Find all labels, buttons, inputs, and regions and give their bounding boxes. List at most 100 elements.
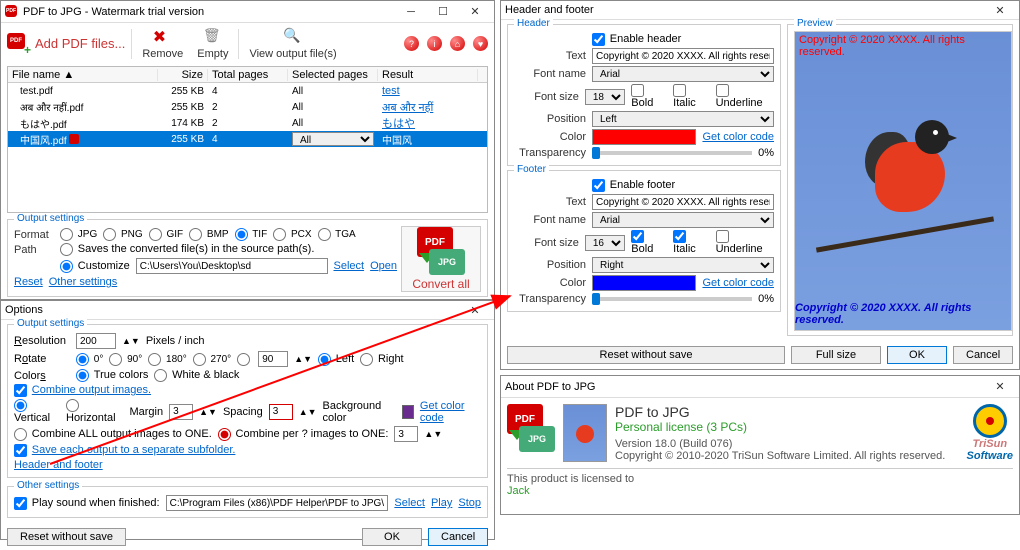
format-bmp[interactable]: BMP (189, 229, 228, 240)
f-text-input[interactable] (592, 194, 774, 210)
h-text-input[interactable] (592, 48, 774, 64)
rot-0[interactable]: 0° (76, 353, 103, 366)
table-row[interactable]: 中国风.pdf 255 KB4All中国风 (8, 131, 487, 147)
h-trans-slider[interactable] (592, 151, 752, 155)
enable-header-checkbox[interactable]: Enable header (592, 33, 681, 46)
hf-close-button[interactable]: ✕ (985, 1, 1015, 19)
hf-ok-button[interactable]: OK (887, 346, 947, 364)
sound-path-input[interactable] (166, 495, 389, 511)
h-fontname-select[interactable]: Arial (592, 66, 774, 82)
result-link[interactable]: अब और नहीं (382, 102, 433, 114)
remove-button[interactable]: ✖ Remove (138, 25, 187, 62)
h-italic-checkbox[interactable]: Italic (673, 84, 709, 109)
opt-ok-button[interactable]: OK (362, 528, 422, 546)
spacing-input[interactable] (269, 404, 293, 420)
f-underline-checkbox[interactable]: Underline (716, 230, 774, 255)
getcolor-link[interactable]: Get color code (420, 400, 481, 424)
table-row[interactable]: अब और नहीं.pdf255 KB2Allअब और नहीं (8, 99, 487, 115)
margin-input[interactable] (169, 404, 193, 420)
h-color-swatch[interactable] (592, 129, 696, 145)
like-icon[interactable]: ♥ (473, 36, 488, 51)
open-path-link[interactable]: Open (370, 260, 397, 272)
col-result[interactable]: Result (378, 69, 478, 81)
combine-checkbox[interactable]: Combine output images. (14, 384, 151, 397)
add-pdf-files-button[interactable]: Add PDF files... (35, 36, 125, 51)
enable-footer-checkbox[interactable]: Enable footer (592, 179, 675, 192)
result-link[interactable]: test (382, 85, 400, 97)
f-fontsize-select[interactable]: 16 (585, 235, 625, 251)
col-filename[interactable]: File name ▲ (8, 69, 158, 81)
horizontal-radio[interactable]: Horizontal (66, 399, 123, 424)
rot-left[interactable]: Left (318, 353, 354, 366)
combine-per-radio[interactable]: Combine per ? images to ONE: (218, 428, 389, 441)
col-total[interactable]: Total pages (208, 69, 288, 81)
rot-270[interactable]: 270° (193, 353, 231, 366)
f-trans-slider[interactable] (592, 297, 752, 301)
rot-180[interactable]: 180° (148, 353, 186, 366)
opt-cancel-button[interactable]: Cancel (428, 528, 488, 546)
maximize-button[interactable]: ☐ (428, 3, 458, 21)
reset-link[interactable]: Reset (14, 276, 43, 288)
sound-select-link[interactable]: Select (394, 497, 425, 509)
h-position-select[interactable]: Left (592, 111, 774, 127)
result-link[interactable]: もはや (382, 118, 415, 130)
format-tga[interactable]: TGA (318, 229, 356, 240)
format-jpg[interactable]: JPG (60, 229, 97, 240)
col-size[interactable]: Size (158, 69, 208, 81)
h-getcolor-link[interactable]: Get color code (702, 131, 774, 143)
rot-90[interactable]: 90° (109, 353, 142, 366)
f-color-swatch[interactable] (592, 275, 696, 291)
select-path-link[interactable]: Select (334, 260, 365, 272)
format-tif[interactable]: TIF (235, 229, 268, 240)
f-position-select[interactable]: Right (592, 257, 774, 273)
view-output-button[interactable]: 🔍 View output file(s) (245, 25, 340, 62)
bgcolor-label: Background color (323, 400, 396, 424)
header-footer-link[interactable]: Header and footer (14, 459, 103, 471)
info-icon[interactable]: i (427, 36, 442, 51)
f-getcolor-link[interactable]: Get color code (702, 277, 774, 289)
h-bold-checkbox[interactable]: Bold (631, 84, 667, 109)
rot-right[interactable]: Right (360, 353, 403, 366)
play-sound-checkbox[interactable]: Play sound when finished: (14, 497, 160, 510)
hf-fullsize-button[interactable]: Full size (791, 346, 881, 364)
close-button[interactable]: ✕ (460, 3, 490, 21)
selected-pages-select[interactable]: All (292, 132, 374, 146)
f-fontname-select[interactable]: Arial (592, 212, 774, 228)
sound-play-link[interactable]: Play (431, 497, 452, 509)
rot-custom-input[interactable] (258, 351, 288, 367)
col-selected[interactable]: Selected pages (288, 69, 378, 81)
format-pcx[interactable]: PCX (273, 229, 311, 240)
h-underline-checkbox[interactable]: Underline (716, 84, 774, 109)
h-fontsize-select[interactable]: 18 (585, 89, 625, 105)
about-close-button[interactable]: ✕ (985, 378, 1015, 396)
home-icon[interactable]: ⌂ (450, 36, 465, 51)
empty-button[interactable]: 🗑 Empty (193, 25, 232, 62)
path-input[interactable] (136, 258, 328, 274)
wb-radio[interactable]: White & black (154, 369, 239, 382)
hf-reset-button[interactable]: Reset without save (507, 346, 785, 364)
f-bold-checkbox[interactable]: Bold (631, 230, 667, 255)
resolution-input[interactable] (76, 333, 116, 349)
other-settings-link[interactable]: Other settings (49, 276, 117, 288)
table-row[interactable]: もはや.pdf174 KB2Allもはや (8, 115, 487, 131)
customize-radio[interactable]: Customize (60, 260, 130, 273)
opt-reset-button[interactable]: Reset without save (7, 528, 126, 546)
combine-per-input[interactable] (394, 426, 418, 442)
save-subfolder-checkbox[interactable]: Save each output to a separate subfolder… (14, 444, 235, 457)
vertical-radio[interactable]: Vertical (14, 399, 60, 424)
minimize-button[interactable]: ─ (396, 3, 426, 21)
f-italic-checkbox[interactable]: Italic (673, 230, 709, 255)
combine-all-radio[interactable]: Combine ALL output images to ONE. (14, 428, 212, 441)
convert-all-button[interactable]: PDF JPG Convert all (401, 226, 481, 292)
sound-stop-link[interactable]: Stop (458, 497, 481, 509)
options-close-button[interactable]: ✕ (460, 301, 490, 319)
truecolors-radio[interactable]: True colors (76, 369, 148, 382)
hf-cancel-button[interactable]: Cancel (953, 346, 1013, 364)
rot-custom[interactable] (237, 353, 252, 366)
bgcolor-swatch[interactable] (402, 405, 414, 419)
format-gif[interactable]: GIF (149, 229, 183, 240)
help-icon[interactable]: ? (404, 36, 419, 51)
format-png[interactable]: PNG (103, 229, 142, 240)
table-row[interactable]: test.pdf255 KB4Alltest (8, 83, 487, 99)
save-source-radio[interactable]: Saves the converted file(s) in the sourc… (60, 243, 314, 256)
